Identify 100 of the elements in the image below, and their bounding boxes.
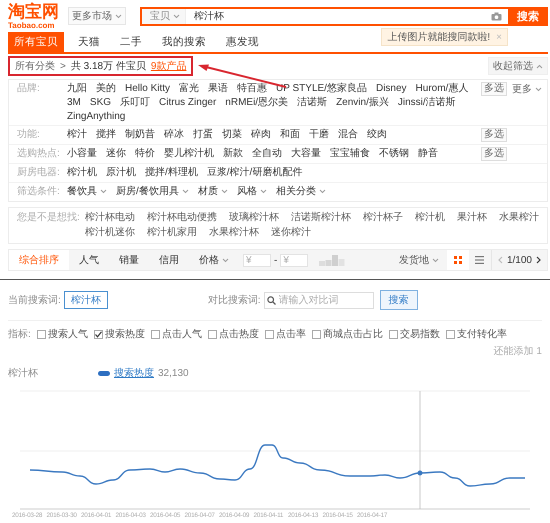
filter-option[interactable]: 碎冰 <box>164 128 184 141</box>
next-page-button[interactable] <box>536 256 541 264</box>
filter-option[interactable]: 干磨 <box>309 128 329 141</box>
metric-label[interactable]: 点击人气 <box>162 327 202 341</box>
multi-select-button[interactable]: 多选 <box>481 128 507 142</box>
filter-option[interactable]: Disney <box>376 82 407 95</box>
condition-dropdown[interactable]: 相关分类 <box>276 185 326 198</box>
filter-option[interactable]: 大容量 <box>291 147 321 160</box>
filter-option[interactable]: 特价 <box>135 147 155 160</box>
condition-dropdown[interactable]: 餐饮具 <box>67 185 107 198</box>
metric-label[interactable]: 商城点击占比 <box>322 327 383 341</box>
metric-label[interactable]: 支付转化率 <box>456 327 507 341</box>
category-link[interactable]: 所有分类 <box>15 59 55 73</box>
suggestion-link[interactable]: 榨汁杯子 <box>363 211 403 225</box>
price-from-input[interactable]: ¥ <box>243 254 271 266</box>
checkbox[interactable] <box>312 330 321 338</box>
filter-option[interactable]: nRMEi/恩尔美 <box>225 96 288 109</box>
multi-select-button[interactable]: 多选 <box>481 82 507 96</box>
filter-option[interactable]: 原汁机 <box>106 166 136 179</box>
view-toggle[interactable] <box>446 250 469 270</box>
filter-option[interactable]: 新款 <box>223 147 243 160</box>
condition-dropdown[interactable]: 材质 <box>198 185 228 198</box>
metric-label[interactable]: 点击热度 <box>218 327 259 341</box>
suggestion-link[interactable]: 水果榨汁 <box>499 211 539 225</box>
suggestion-link[interactable]: 榨汁机 <box>415 211 445 225</box>
filter-option[interactable]: 婴儿榨汁机 <box>164 147 214 160</box>
filter-option[interactable]: 豆浆/榨汁/研磨机配件 <box>206 166 302 179</box>
filter-option[interactable]: Citrus Zinger <box>159 96 216 109</box>
price-dropdown[interactable]: 价格 <box>189 250 239 270</box>
tab[interactable]: 天猫 <box>72 32 106 52</box>
filter-option[interactable]: 绞肉 <box>367 128 387 141</box>
suggestion-link[interactable]: 榨汁杯电动 <box>85 211 135 225</box>
filter-option[interactable]: 搅拌/料理机 <box>145 166 198 179</box>
search-bar[interactable]: 宝贝 榨汁杯 <box>140 6 508 26</box>
price-to-input[interactable]: ¥ <box>280 254 308 266</box>
filter-option[interactable]: 3M <box>67 96 81 109</box>
tab[interactable]: 我的搜索 <box>156 32 212 52</box>
compare-search-field[interactable]: 请输入对比词 <box>264 292 374 308</box>
checkbox[interactable] <box>264 330 274 338</box>
filter-option[interactable]: 打蛋 <box>193 128 213 141</box>
filter-option[interactable]: 美的 <box>96 82 116 95</box>
checkbox[interactable] <box>150 330 160 338</box>
filter-option[interactable]: 榨汁机 <box>67 166 97 179</box>
filter-option[interactable]: Jinssi/洁诺斯 <box>398 96 456 109</box>
filter-option[interactable]: Hurom/惠人 <box>416 82 468 95</box>
filter-option[interactable]: 果语 <box>208 82 228 95</box>
filter-option[interactable]: SKG <box>90 96 112 109</box>
compare-search-button[interactable]: 搜索 <box>380 290 418 310</box>
suggestion-link[interactable]: 榨汁机家用 <box>147 226 197 240</box>
checkbox[interactable] <box>446 330 455 338</box>
suggestion-link[interactable]: 洁诺斯榨汁杯 <box>291 211 351 225</box>
filter-option[interactable]: 乐叮叮 <box>120 96 150 109</box>
filter-option[interactable]: 静音 <box>418 147 438 160</box>
filter-option[interactable]: 九阳 <box>67 82 87 95</box>
location-dropdown[interactable]: 发货地 <box>390 250 447 270</box>
filter-option[interactable]: 制奶昔 <box>125 128 155 141</box>
filter-option[interactable]: 洁诺斯 <box>297 96 328 109</box>
suggestion-link[interactable]: 迷你榨汁 <box>271 226 311 240</box>
collapse-filter-button[interactable]: 收起筛选 <box>488 57 548 75</box>
condition-dropdown[interactable]: 厨房/餐饮用具 <box>116 185 189 198</box>
checkbox[interactable] <box>94 330 103 338</box>
more-button[interactable]: 更多 <box>512 82 542 96</box>
sort-option[interactable]: 销量 <box>109 250 149 270</box>
previous-page-button[interactable] <box>498 256 503 264</box>
filter-option[interactable]: 切菜 <box>222 128 242 141</box>
filter-option[interactable]: 混合 <box>338 128 358 141</box>
filter-option[interactable]: 迷你 <box>106 147 126 160</box>
filter-option[interactable]: ZingAnything <box>67 110 126 123</box>
checkbox[interactable] <box>36 330 46 338</box>
sort-option[interactable]: 信用 <box>149 250 189 270</box>
filter-option[interactable]: 小容量 <box>67 147 97 160</box>
filter-option[interactable]: 和面 <box>280 128 300 141</box>
metric-label[interactable]: 搜索人气 <box>48 327 88 341</box>
condition-dropdown[interactable]: 风格 <box>236 185 267 198</box>
sort-option[interactable]: 人气 <box>69 250 109 270</box>
filter-option[interactable]: 搅拌 <box>96 128 116 141</box>
tab[interactable]: 二手 <box>114 32 148 52</box>
filter-option[interactable]: 宝宝辅食 <box>330 147 370 160</box>
filter-option[interactable]: 特百惠 <box>237 82 268 95</box>
suggestion-link[interactable]: 果汁杯 <box>457 211 487 225</box>
filter-option[interactable]: 富光 <box>179 82 200 95</box>
legend-name[interactable]: 搜索热度 <box>114 366 154 380</box>
filter-option[interactable]: Hello Kitty <box>125 82 170 95</box>
filter-option[interactable]: Zenvin/振兴 <box>336 96 389 109</box>
multi-select-button[interactable]: 多选 <box>481 147 507 161</box>
filter-option[interactable]: 全自动 <box>252 147 282 160</box>
filter-option[interactable]: 碎肉 <box>251 128 271 141</box>
checkbox[interactable] <box>388 330 398 338</box>
search-input[interactable]: 榨汁杯 <box>194 10 491 22</box>
suggestion-link[interactable]: 玻璃榨汁杯 <box>229 211 279 225</box>
market-dropdown[interactable]: 更多市场 <box>68 7 126 25</box>
metric-label[interactable]: 搜索热度 <box>104 327 145 341</box>
filter-option[interactable]: 榨汁 <box>67 128 87 141</box>
suggestion-link[interactable]: 榨汁杯电动便携 <box>147 211 217 225</box>
metric-label[interactable]: 交易指数 <box>400 327 440 341</box>
suggestion-link[interactable]: 水果榨汁杯 <box>209 226 259 240</box>
tab[interactable]: 惠发现 <box>220 32 265 52</box>
filter-option[interactable]: 不锈钢 <box>379 147 409 160</box>
suggestion-link[interactable]: 榨汁机迷你 <box>85 226 135 240</box>
checkbox[interactable] <box>208 330 217 338</box>
